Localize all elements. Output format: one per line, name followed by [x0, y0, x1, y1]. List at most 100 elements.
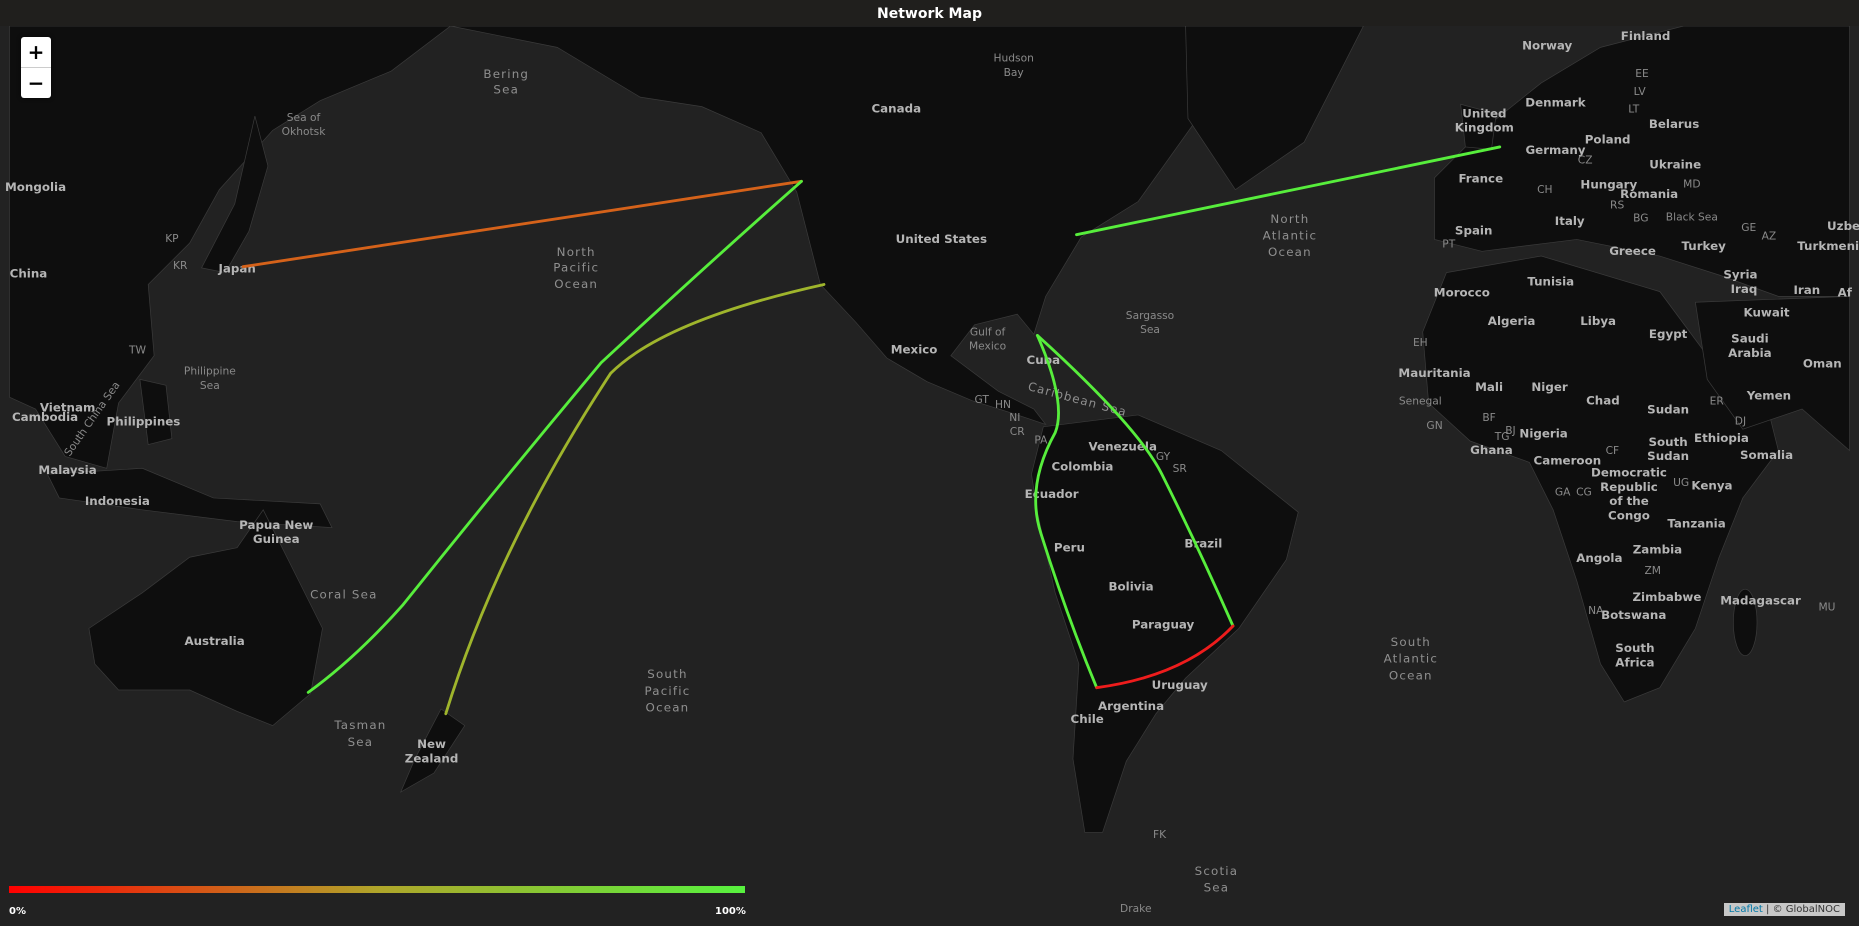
label-philsea-1: Philippine [184, 365, 236, 378]
label-ghana: Ghana [1470, 443, 1513, 457]
label-drake: Drake [1120, 902, 1151, 915]
label-npo-2: Pacific [553, 260, 599, 274]
label-ni: NI [1009, 411, 1020, 424]
map-attribution: Leaflet | © GlobalNOC [1723, 903, 1845, 916]
label-tasman-2: Sea [348, 735, 374, 749]
label-png-1: Papua New [239, 518, 313, 532]
label-coral-sea: Coral Sea [310, 588, 377, 602]
label-ee: EE [1635, 67, 1649, 80]
label-cf: CF [1606, 444, 1620, 457]
label-afghanistan: Af [1838, 285, 1853, 299]
leaflet-link[interactable]: Leaflet [1729, 904, 1763, 915]
label-cambodia: Cambodia [12, 410, 78, 424]
label-sargasso-1: Sargasso [1126, 309, 1174, 322]
label-nao-3: Ocean [1268, 245, 1312, 259]
label-spo-3: Ocean [646, 700, 690, 714]
label-nz-2: Zealand [405, 751, 459, 765]
utilization-legend-bar [9, 886, 745, 893]
zoom-out-button[interactable]: − [21, 68, 51, 98]
label-canada: Canada [872, 102, 922, 116]
label-tw: TW [128, 343, 147, 356]
label-md: MD [1683, 177, 1700, 190]
legend-min-label: 0% [9, 906, 26, 917]
land-philippines [139, 378, 173, 446]
label-somalia: Somalia [1740, 448, 1793, 462]
label-argentina: Argentina [1098, 699, 1164, 713]
label-nao-1: North [1270, 212, 1309, 226]
label-mongolia: Mongolia [5, 180, 66, 194]
label-tanzania: Tanzania [1667, 517, 1725, 531]
label-hudson-2: Bay [1004, 66, 1024, 79]
label-kr: KR [173, 259, 188, 272]
label-niger: Niger [1531, 380, 1567, 394]
label-sa-2: Africa [1615, 655, 1654, 669]
label-spo-2: Pacific [645, 684, 691, 698]
zoom-control: + − [21, 37, 51, 98]
label-kp: KP [165, 232, 179, 245]
label-drc-2: Republic [1600, 480, 1658, 494]
zoom-in-button[interactable]: + [21, 37, 51, 68]
label-bolivia: Bolivia [1109, 579, 1154, 593]
label-scotia-2: Sea [1204, 881, 1230, 895]
label-bf: BF [1482, 411, 1495, 424]
label-nigeria: Nigeria [1519, 426, 1567, 440]
map-canvas[interactable]: Canada United States Mexico Mongolia Chi… [0, 26, 1859, 926]
label-er: ER [1710, 394, 1725, 407]
label-lt: LT [1628, 103, 1639, 116]
label-sudan: Sudan [1647, 403, 1689, 417]
link-seattle-sydney[interactable] [306, 179, 803, 694]
label-chad: Chad [1586, 393, 1620, 407]
label-cuba: Cuba [1027, 353, 1061, 367]
network-map[interactable]: Canada United States Mexico Mongolia Chi… [0, 26, 1859, 926]
label-gom-1: Gulf of [970, 325, 1006, 338]
label-spo-1: South [647, 667, 687, 681]
label-uzbekistan: Uzbe [1827, 219, 1859, 233]
label-malaysia: Malaysia [38, 463, 96, 477]
label-iraq: Iraq [1731, 282, 1758, 296]
label-pt: PT [1442, 238, 1455, 251]
label-libya: Libya [1580, 314, 1616, 328]
label-dj: DJ [1735, 414, 1746, 427]
label-finland: Finland [1621, 29, 1671, 43]
label-peru: Peru [1054, 540, 1085, 554]
label-germany: Germany [1525, 143, 1585, 157]
link-japan-seattle[interactable] [241, 179, 803, 269]
label-tunisia: Tunisia [1527, 275, 1574, 289]
label-morocco: Morocco [1434, 285, 1490, 299]
label-bg: BG [1633, 212, 1648, 225]
label-angola: Angola [1576, 551, 1622, 565]
label-algeria: Algeria [1488, 314, 1536, 328]
label-na: NA [1588, 604, 1604, 617]
label-tasman-1: Tasman [333, 718, 386, 732]
label-fk: FK [1153, 828, 1167, 841]
label-norway: Norway [1522, 39, 1572, 53]
label-png-2: Guinea [253, 532, 300, 546]
label-sao-1: South [1391, 635, 1431, 649]
label-zm: ZM [1644, 564, 1660, 577]
land-north-america [450, 26, 1198, 426]
label-south-sudan-1: South [1649, 435, 1688, 449]
label-paraguay: Paraguay [1132, 617, 1195, 631]
label-mali: Mali [1475, 380, 1503, 394]
label-madagascar: Madagascar [1720, 594, 1801, 608]
label-indonesia: Indonesia [85, 494, 150, 508]
label-saudi-2: Arabia [1728, 346, 1772, 360]
label-china: China [10, 266, 48, 280]
label-gn: GN [1426, 419, 1442, 432]
label-syria: Syria [1723, 268, 1757, 282]
link-la-newzealand[interactable] [444, 283, 826, 716]
label-bering-2: Sea [493, 83, 519, 97]
label-australia: Australia [184, 634, 244, 648]
label-ge: GE [1741, 221, 1756, 234]
label-drc-3: of the [1609, 494, 1649, 508]
label-turkey: Turkey [1682, 239, 1727, 253]
label-italy: Italy [1555, 214, 1585, 228]
label-nz-1: New [417, 737, 446, 751]
label-ukraine: Ukraine [1649, 157, 1701, 171]
label-sargasso-2: Sea [1140, 323, 1160, 336]
label-zambia: Zambia [1633, 543, 1682, 557]
label-hn: HN [995, 398, 1011, 411]
label-lv: LV [1634, 85, 1647, 98]
label-greece: Greece [1609, 244, 1656, 258]
label-turkmenistan: Turkmeni [1797, 239, 1859, 253]
